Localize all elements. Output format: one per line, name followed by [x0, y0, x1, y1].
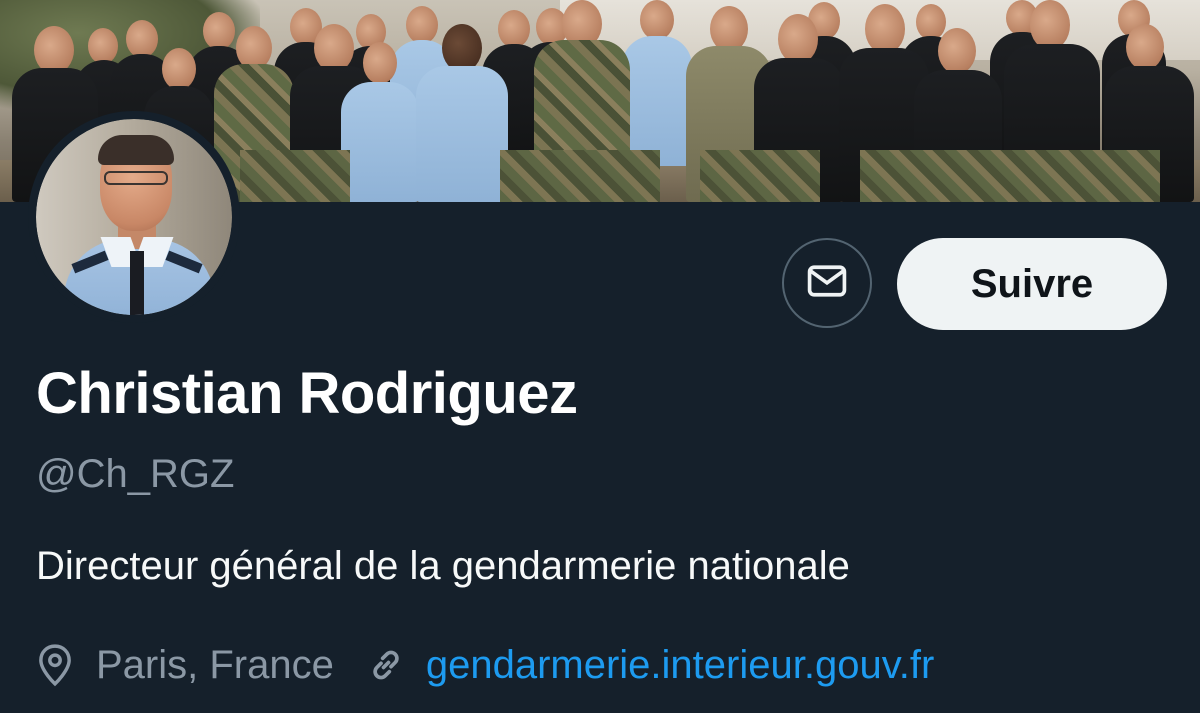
- profile-bio: Directeur général de la gendarmerie nati…: [36, 544, 850, 588]
- profile-page: Suivre Christian Rodriguez @Ch_RGZ Direc…: [0, 0, 1200, 713]
- profile-meta-row: Paris, France gendarmerie.interieur.gouv…: [36, 640, 934, 690]
- website-link[interactable]: gendarmerie.interieur.gouv.fr: [426, 643, 934, 688]
- profile-website: gendarmerie.interieur.gouv.fr: [366, 643, 934, 688]
- avatar-photo: [36, 119, 232, 315]
- location-text: Paris, France: [96, 642, 334, 687]
- banner-camo-trousers: [240, 150, 350, 202]
- profile-avatar[interactable]: [28, 111, 240, 323]
- location-pin-icon: [36, 643, 74, 687]
- link-icon: [366, 645, 406, 685]
- profile-display-name: Christian Rodriguez: [36, 361, 578, 426]
- profile-location: Paris, France: [36, 643, 334, 688]
- message-button[interactable]: [782, 238, 872, 328]
- banner-camo-trousers: [700, 150, 820, 202]
- follow-button[interactable]: Suivre: [897, 238, 1167, 330]
- envelope-icon: [805, 259, 849, 308]
- profile-handle: @Ch_RGZ: [36, 452, 235, 496]
- banner-camo-trousers: [860, 150, 1160, 202]
- banner-camo-trousers: [500, 150, 660, 202]
